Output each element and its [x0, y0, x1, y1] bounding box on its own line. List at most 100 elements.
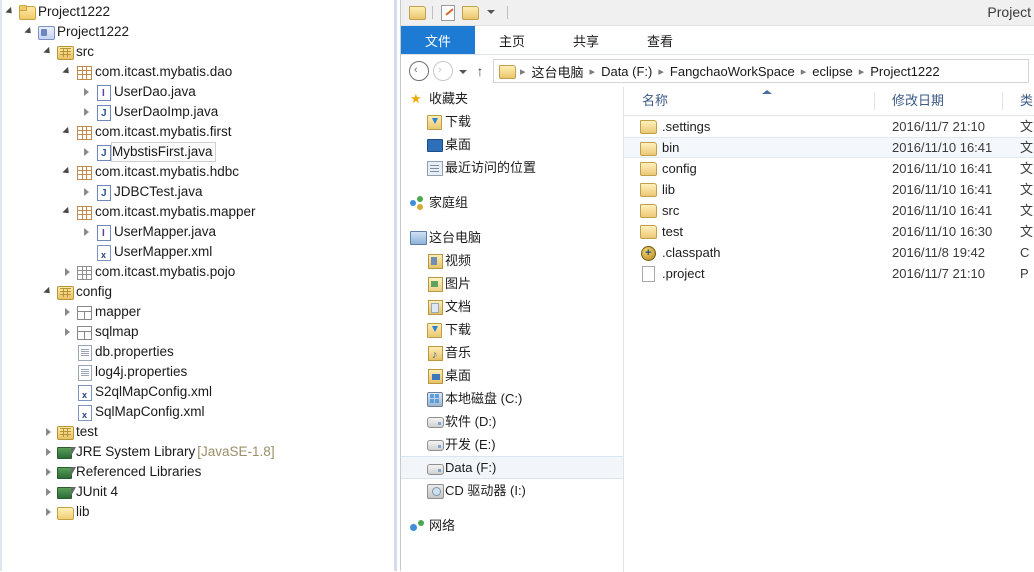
breadcrumb-item[interactable]: eclipse: [810, 64, 854, 79]
back-button[interactable]: ‹: [407, 59, 431, 83]
tree-node[interactable]: src: [4, 42, 392, 62]
chevron-right-icon[interactable]: [42, 482, 56, 502]
nav-item[interactable]: 图片: [401, 272, 623, 295]
file-list-pane[interactable]: 名称 修改日期 类 .settings 2016/11/7 21:10 文 bin 2016…: [624, 87, 1034, 572]
folder-icon[interactable]: [459, 2, 481, 23]
tree-node[interactable]: com.itcast.mybatis.mapper: [4, 202, 392, 222]
breadcrumb-item[interactable]: Project1222: [868, 64, 941, 79]
tree-node[interactable]: mapper: [4, 302, 392, 322]
file-list[interactable]: .settings 2016/11/7 21:10 文 bin 2016/11/10 1…: [624, 116, 1034, 284]
tree-node[interactable]: test: [4, 422, 392, 442]
tree-node[interactable]: db.properties: [4, 342, 392, 362]
tree-node[interactable]: com.itcast.mybatis.dao: [4, 62, 392, 82]
chevron-right-icon[interactable]: [80, 82, 94, 102]
tab-share[interactable]: 共享: [549, 26, 623, 54]
tab-view[interactable]: 查看: [623, 26, 697, 54]
breadcrumb-item[interactable]: Data (F:): [599, 64, 654, 79]
nav-item[interactable]: 桌面: [401, 364, 623, 387]
project-tree[interactable]: Project1222 Project1222 src com.itcast.myba…: [4, 2, 392, 522]
tree-node[interactable]: SqlMapConfig.xml: [4, 402, 392, 425]
up-button[interactable]: ↑: [471, 59, 489, 83]
chevron-down-icon[interactable]: [61, 122, 75, 142]
file-row[interactable]: src 2016/11/10 16:41 文: [624, 200, 1034, 221]
nav-item[interactable]: 桌面: [401, 133, 623, 156]
nav-item[interactable]: 文档: [401, 295, 623, 318]
column-header-type[interactable]: 类: [1020, 87, 1033, 115]
chevron-down-icon[interactable]: [23, 22, 37, 42]
chevron-right-icon[interactable]: [61, 302, 75, 322]
tree-node[interactable]: com.itcast.mybatis.hdbc: [4, 162, 392, 182]
tab-file[interactable]: 文件: [401, 26, 475, 54]
tree-node[interactable]: config: [4, 282, 392, 302]
file-row[interactable]: bin 2016/11/10 16:41 文: [624, 137, 1034, 158]
chevron-right-icon[interactable]: [80, 182, 94, 202]
file-row[interactable]: config 2016/11/10 16:41 文: [624, 158, 1034, 179]
file-row[interactable]: test 2016/11/10 16:30 文: [624, 221, 1034, 242]
tree-node[interactable]: Project1222: [4, 2, 392, 22]
column-divider[interactable]: [1002, 92, 1003, 110]
tree-node[interactable]: UserMapper.java: [4, 222, 392, 244]
recent-locations-dropdown[interactable]: [455, 59, 471, 83]
file-row[interactable]: lib 2016/11/10 16:41 文: [624, 179, 1034, 200]
chevron-right-icon[interactable]: [61, 322, 75, 342]
chevron-right-icon[interactable]: [80, 142, 94, 162]
nav-item[interactable]: 软件 (D:): [401, 410, 623, 433]
nav-item[interactable]: 音乐: [401, 341, 623, 367]
ribbon-tab-list[interactable]: 文件 主页 共享 查看: [401, 26, 1034, 54]
chevron-right-icon[interactable]: [42, 422, 56, 442]
tree-node[interactable]: JUnit 4: [4, 482, 392, 502]
tree-node[interactable]: JDBCTest.java: [4, 182, 392, 204]
chevron-right-icon[interactable]: [42, 442, 56, 462]
chevron-down-icon[interactable]: [42, 42, 56, 62]
tree-node[interactable]: UserDaoImp.java: [4, 102, 392, 124]
file-row[interactable]: .classpath 2016/11/8 19:42 C: [624, 242, 1034, 264]
column-divider[interactable]: [874, 92, 875, 110]
column-headers[interactable]: 名称 修改日期 类: [624, 87, 1034, 116]
nav-item[interactable]: 家庭组: [401, 191, 623, 214]
nav-item[interactable]: Data (F:): [401, 456, 623, 479]
tree-node[interactable]: com.itcast.mybatis.first: [4, 122, 392, 142]
chevron-down-icon[interactable]: [42, 282, 56, 302]
nav-item[interactable]: 开发 (E:): [401, 433, 623, 456]
nav-item[interactable]: 网络: [401, 514, 623, 537]
chevron-right-icon[interactable]: [80, 102, 94, 122]
tree-node[interactable]: MybstisFirst.java: [4, 142, 392, 164]
tree-node[interactable]: sqlmap: [4, 322, 392, 342]
chevron-down-icon[interactable]: [481, 2, 503, 23]
tree-node[interactable]: log4j.properties: [4, 362, 392, 382]
nav-item[interactable]: 本地磁盘 (C:): [401, 387, 623, 410]
column-header-date[interactable]: 修改日期: [892, 87, 944, 115]
nav-item[interactable]: 下载: [401, 110, 623, 133]
breadcrumb[interactable]: ▸ 这台电脑 ▸ Data (F:) ▸ FangchaoWorkSpace ▸ eclips…: [493, 59, 1029, 83]
breadcrumb-item[interactable]: 这台电脑: [530, 62, 586, 81]
tree-node[interactable]: UserDao.java: [4, 82, 392, 104]
chevron-down-icon[interactable]: [61, 202, 75, 222]
chevron-down-icon[interactable]: [61, 62, 75, 82]
nav-item[interactable]: 下载: [401, 318, 623, 341]
nav-item[interactable]: CD 驱动器 (I:): [401, 479, 623, 502]
tree-node[interactable]: Referenced Libraries: [4, 462, 392, 482]
breadcrumb-item[interactable]: FangchaoWorkSpace: [668, 64, 797, 79]
chevron-right-icon[interactable]: [80, 222, 94, 242]
tree-node[interactable]: JRE System Library [JavaSE-1.8]: [4, 442, 392, 462]
nav-item[interactable]: 视频: [401, 249, 623, 272]
navigation-pane[interactable]: ★收藏夹下载桌面最近访问的位置家庭组这台电脑视频图片文档下载音乐桌面本地磁盘 (…: [401, 87, 624, 572]
chevron-right-icon[interactable]: [42, 502, 56, 522]
tree-node[interactable]: Project1222: [4, 22, 392, 42]
file-row[interactable]: .project 2016/11/7 21:10 P: [624, 263, 1034, 284]
nav-item[interactable]: 这台电脑: [401, 226, 623, 249]
chevron-right-icon[interactable]: [61, 262, 75, 282]
tree-node[interactable]: lib: [4, 502, 392, 522]
nav-item[interactable]: 最近访问的位置: [401, 156, 623, 179]
quick-access-toolbar[interactable]: [406, 2, 512, 23]
tree-node[interactable]: com.itcast.mybatis.pojo: [4, 262, 392, 282]
folder-icon[interactable]: [406, 2, 428, 23]
chevron-down-icon[interactable]: [61, 162, 75, 182]
properties-icon[interactable]: [437, 2, 459, 23]
column-header-name[interactable]: 名称: [642, 87, 668, 115]
tab-home[interactable]: 主页: [475, 26, 549, 54]
tree-node[interactable]: S2qlMapConfig.xml: [4, 382, 392, 405]
chevron-down-icon[interactable]: [4, 2, 18, 22]
tree-node[interactable]: UserMapper.xml: [4, 242, 392, 265]
file-row[interactable]: .settings 2016/11/7 21:10 文: [624, 116, 1034, 137]
